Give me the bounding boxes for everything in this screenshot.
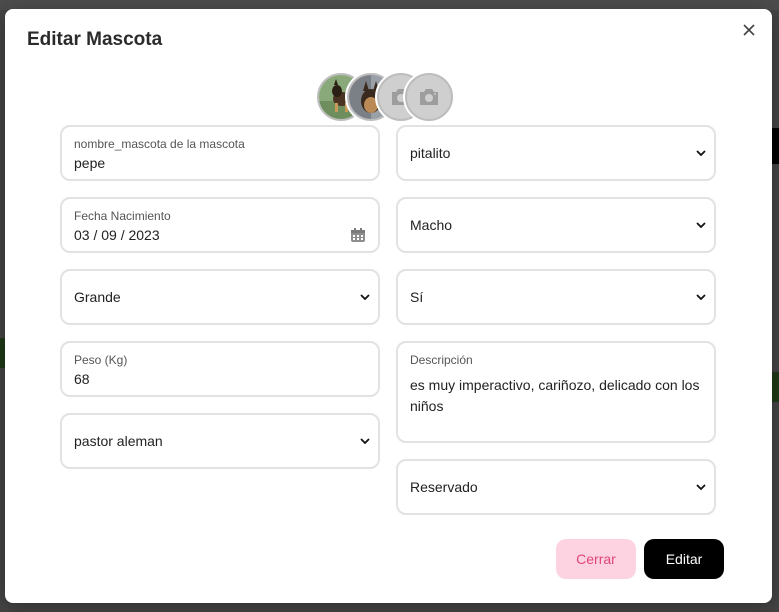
chevron-down-icon — [696, 484, 706, 491]
breed-select[interactable]: pastor aleman — [60, 413, 380, 469]
chevron-down-icon — [696, 222, 706, 229]
weight-label: Peso (Kg) — [74, 353, 128, 367]
pet-name-value[interactable]: pepe — [74, 155, 105, 171]
birth-date-label: Fecha Nacimiento — [74, 209, 171, 223]
calendar-icon[interactable] — [350, 227, 366, 243]
cancel-button[interactable]: Cerrar — [556, 539, 636, 579]
sex-select[interactable]: Macho — [396, 197, 716, 253]
description-textarea[interactable]: Descripción es muy imperactivo, cariñozo… — [396, 341, 716, 443]
breed-select-value: pastor aleman — [74, 433, 163, 449]
pet-name-label: nombre_mascota de la mascota — [74, 137, 245, 151]
birth-date-value[interactable]: 03 / 09 / 2023 — [74, 227, 160, 243]
status-select-value: Reservado — [410, 479, 478, 495]
sex-select-value: Macho — [410, 217, 453, 233]
weight-value[interactable]: 68 — [74, 371, 90, 387]
chevron-down-icon — [696, 150, 706, 157]
description-label: Descripción — [410, 353, 473, 367]
pet-name-field[interactable]: nombre_mascota de la mascota pepe — [60, 125, 380, 181]
chevron-down-icon — [360, 438, 370, 445]
edit-pet-modal: Editar Mascota nombre_mascota de la masc… — [5, 9, 772, 603]
birth-date-field[interactable]: Fecha Nacimiento 03 / 09 / 2023 — [60, 197, 380, 253]
chevron-down-icon — [696, 294, 706, 301]
sterilized-select[interactable]: Sí — [396, 269, 716, 325]
sterilized-select-value: Sí — [410, 289, 424, 305]
pet-photo-4-placeholder[interactable] — [405, 73, 453, 121]
camera-icon — [420, 89, 438, 105]
close-icon — [743, 24, 755, 36]
close-button[interactable] — [738, 19, 760, 41]
pet-photo-gallery — [317, 73, 457, 121]
chevron-down-icon — [360, 294, 370, 301]
edit-button[interactable]: Editar — [644, 539, 724, 579]
location-select-value: pitalito — [410, 145, 451, 161]
size-select[interactable]: Grande — [60, 269, 380, 325]
status-select[interactable]: Reservado — [396, 459, 716, 515]
weight-field[interactable]: Peso (Kg) 68 — [60, 341, 380, 397]
location-select[interactable]: pitalito — [396, 125, 716, 181]
description-value[interactable]: es muy imperactivo, cariñozo, delicado c… — [410, 375, 702, 417]
modal-title: Editar Mascota — [27, 29, 163, 50]
size-select-value: Grande — [74, 289, 121, 305]
